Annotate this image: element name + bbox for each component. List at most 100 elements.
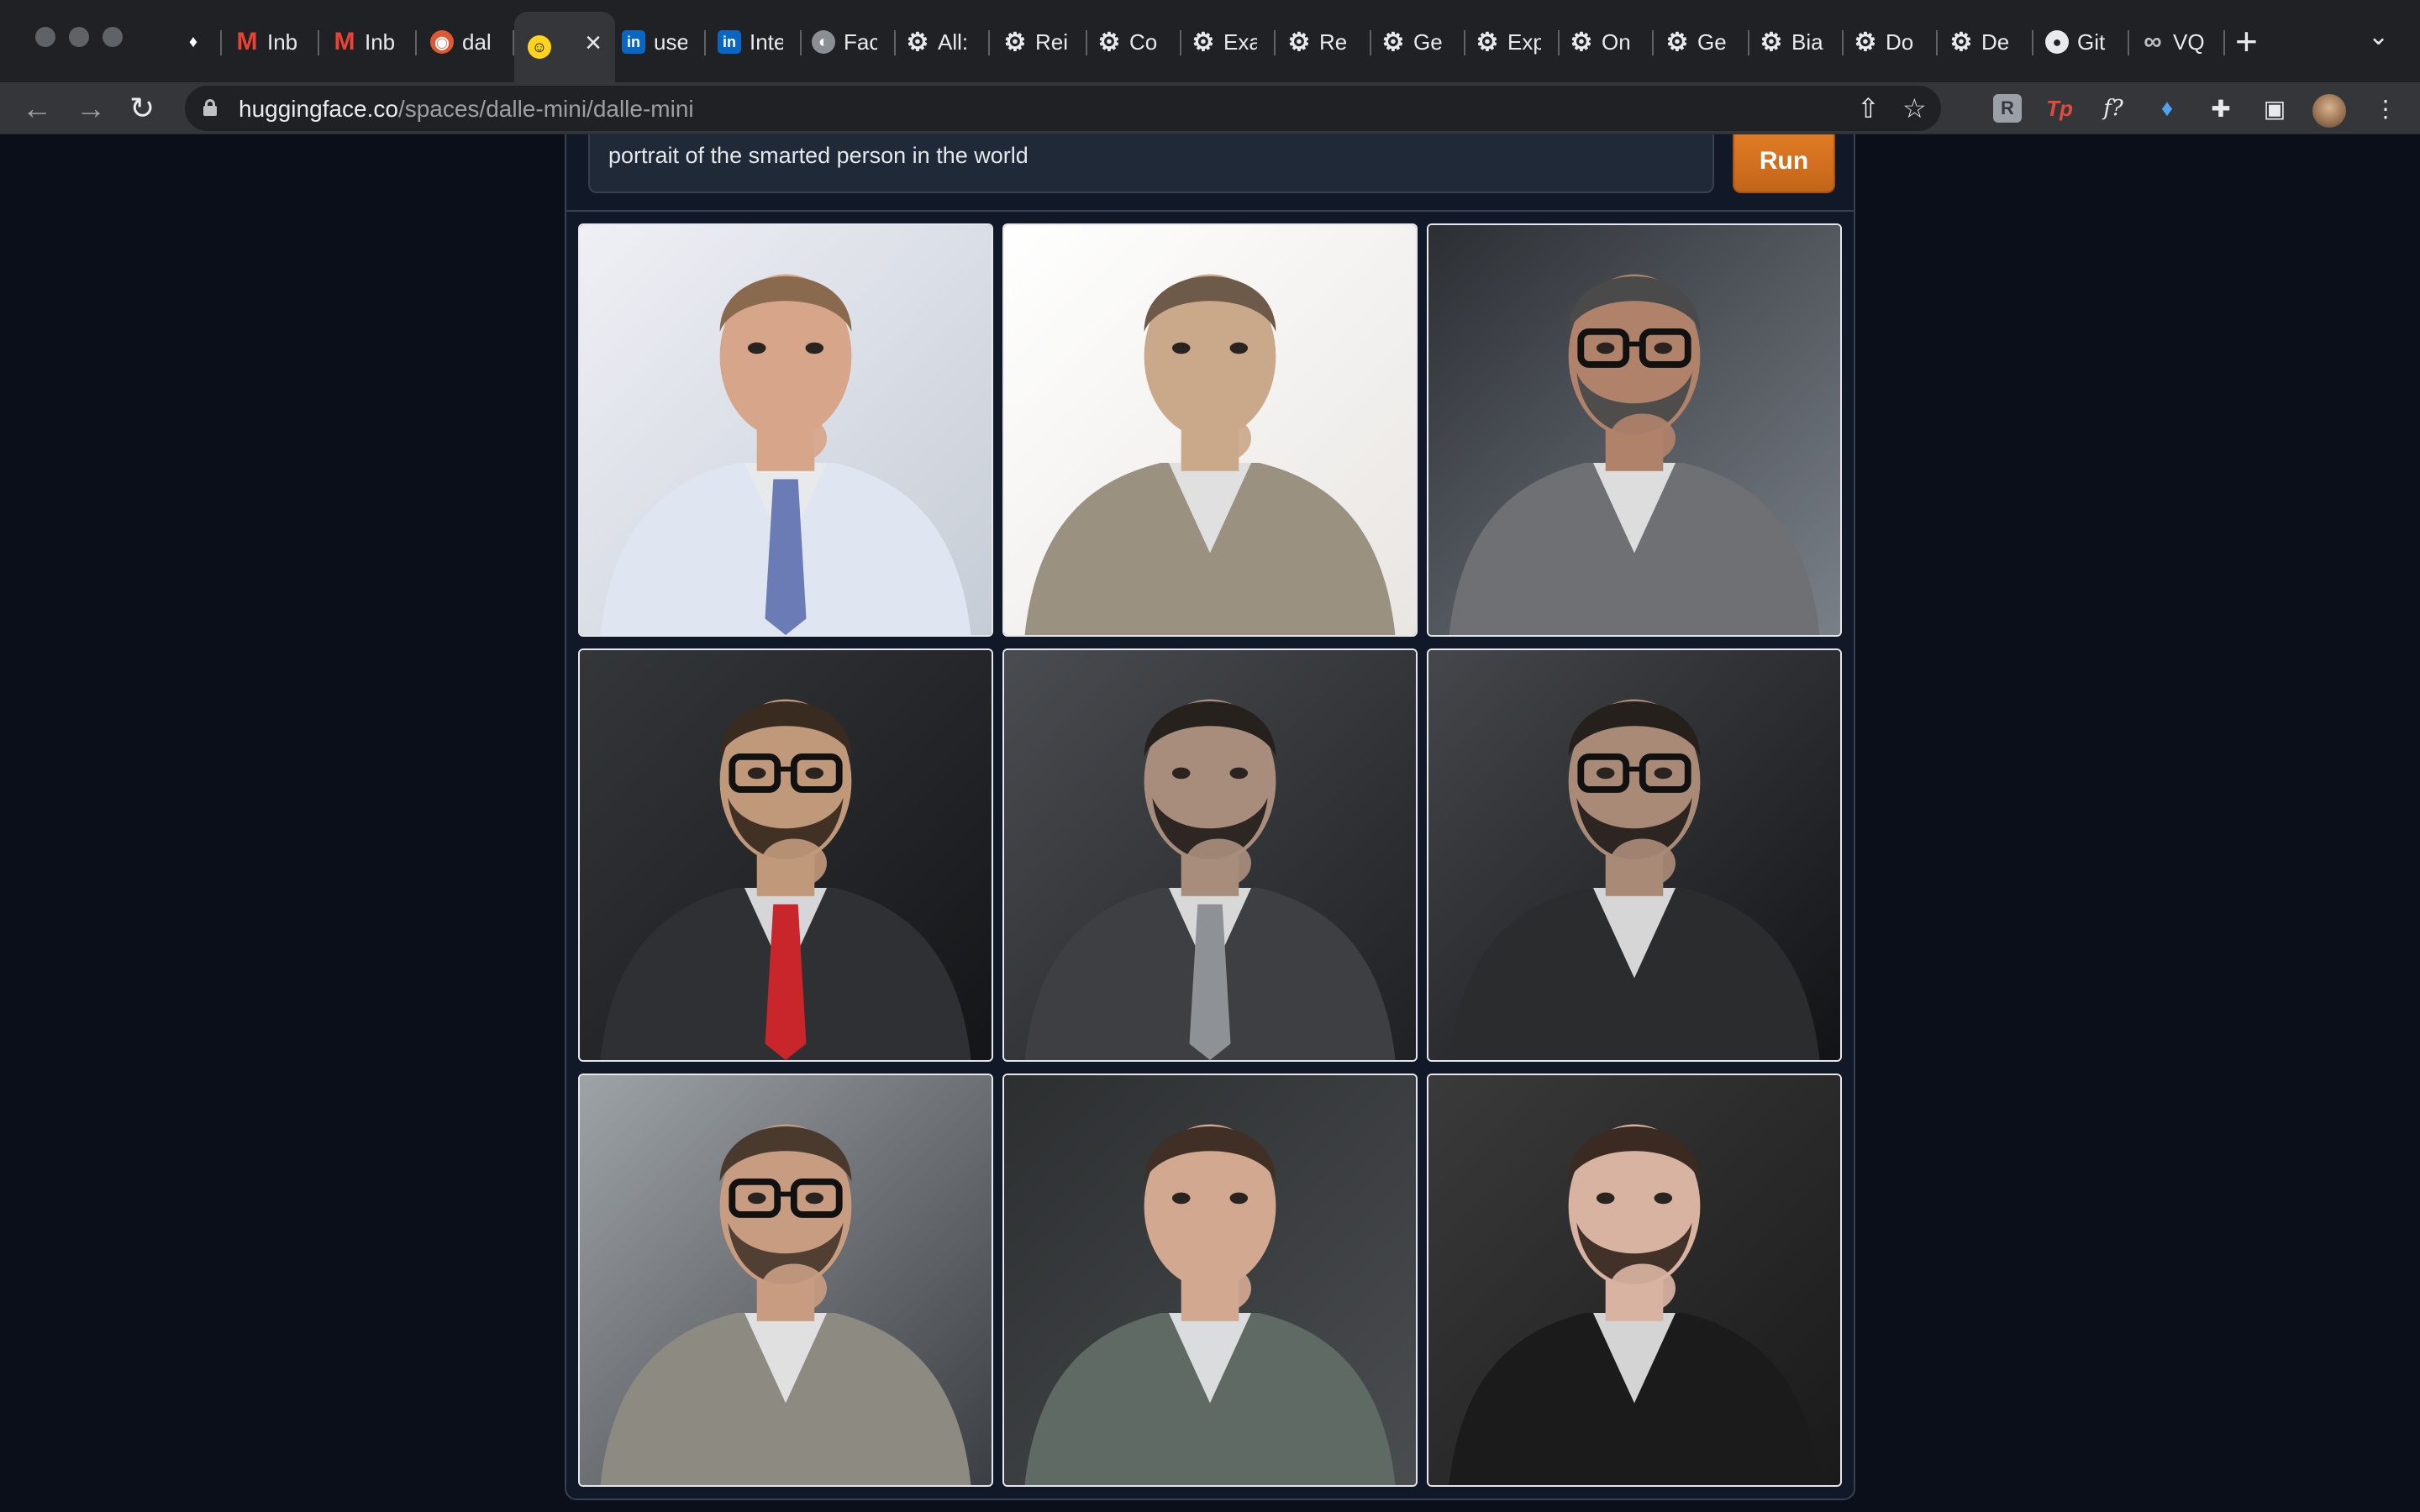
generated-portrait-9[interactable]: [1427, 1074, 1842, 1487]
browser-tab[interactable]: ☺ ×: [514, 12, 615, 82]
gear-icon: ⚙: [1287, 28, 1311, 56]
close-tab-icon[interactable]: ×: [585, 29, 602, 57]
browser-tab[interactable]: ♦: [168, 15, 222, 69]
gear-icon: ⚙: [1570, 28, 1593, 56]
generated-portrait-2[interactable]: [1002, 223, 1418, 637]
tab-search-chevron-icon[interactable]: ⌄: [2368, 22, 2389, 51]
url-text[interactable]: huggingface.co/spaces/dalle-mini/dalle-m…: [239, 96, 694, 123]
reload-icon[interactable]: ↻: [129, 89, 155, 128]
tab-title: Re: [1319, 29, 1348, 55]
tab-title: Fac: [844, 29, 877, 55]
browser-tab[interactable]: ⚙ Rei: [990, 15, 1087, 69]
gear-icon: ⚙: [1949, 28, 1973, 56]
lock-icon[interactable]: [203, 99, 217, 116]
generated-portrait-1[interactable]: [578, 223, 993, 637]
generated-portrait-4[interactable]: [578, 648, 993, 1062]
new-tab-button[interactable]: +: [2235, 20, 2258, 62]
bookmark-star-icon[interactable]: ☆: [1902, 92, 1927, 124]
tab-title: Rei: [1035, 29, 1069, 55]
more-menu-icon[interactable]: ⋮: [2371, 94, 2400, 123]
profile-avatar[interactable]: [2312, 94, 2346, 128]
tab-title: Inb: [365, 29, 396, 55]
globe-icon: ◐: [812, 30, 835, 54]
browser-tab[interactable]: ⚙ De: [1936, 15, 2033, 69]
huggingface-icon: ☺: [528, 35, 551, 59]
browser-tab[interactable]: ∞ VQ: [2128, 15, 2225, 69]
duckduckgo-icon: ◉: [430, 30, 454, 54]
gear-icon: ⚙: [1760, 28, 1783, 56]
browser-tab-strip: ♦ M Inb M Inb ◉ dal ☺ × in use in Inte ◐ Fac ⚙ All: ⚙ Rei ⚙…: [0, 0, 2420, 82]
generated-portrait-3[interactable]: [1427, 223, 1842, 637]
gear-icon: ⚙: [1665, 28, 1689, 56]
tab-title: Exp: [1507, 29, 1541, 55]
gmail-icon: M: [236, 28, 258, 55]
url-path: /spaces/dalle-mini/dalle-mini: [397, 96, 694, 122]
tp-extension-icon[interactable]: Tp: [2045, 94, 2074, 123]
browser-tab[interactable]: ⚙ Ge: [1368, 15, 1465, 69]
tab-title: use: [654, 29, 687, 55]
browser-tab[interactable]: ⚙ Exa: [1178, 15, 1276, 69]
window-minimize-button[interactable]: [69, 27, 89, 47]
tab-title: Inb: [267, 29, 298, 55]
infinity-icon: ∞: [2144, 28, 2162, 55]
gear-icon: ⚙: [906, 28, 929, 56]
linkedin-icon: in: [622, 30, 645, 54]
browser-tab[interactable]: ● Git: [2032, 15, 2129, 69]
browser-tab[interactable]: M Inb: [222, 15, 319, 69]
browser-tab[interactable]: in Inte: [704, 15, 802, 69]
tab-title: Bia: [1791, 29, 1823, 55]
run-button[interactable]: Run: [1733, 134, 1835, 193]
prompt-input[interactable]: portrait of the smarted person in the wo…: [588, 134, 1714, 193]
browser-tab[interactable]: ⚙ All:: [892, 15, 990, 69]
prompt-row: portrait of the smarted person in the wo…: [566, 134, 1854, 212]
generated-portrait-6[interactable]: [1427, 648, 1842, 1062]
tab-separator: [2223, 30, 2225, 55]
tab-title: dal: [462, 29, 492, 55]
tab-title: Ge: [1697, 29, 1727, 55]
generated-portrait-8[interactable]: [1002, 1074, 1418, 1487]
address-bar[interactable]: huggingface.co/spaces/dalle-mini/dalle-m…: [185, 86, 1941, 131]
generated-portrait-7[interactable]: [578, 1074, 993, 1487]
tab-title: De: [1981, 29, 2010, 55]
browser-tab[interactable]: ⚙ Ge: [1652, 15, 1749, 69]
gear-icon: ⚙: [1476, 28, 1499, 56]
gear-icon: ⚙: [1854, 28, 1877, 56]
dalle-mini-app-panel: portrait of the smarted person in the wo…: [565, 134, 1855, 1500]
browser-tab[interactable]: ⚙ Co: [1084, 15, 1181, 69]
gear-icon: ⚙: [1192, 28, 1215, 56]
browser-tab[interactable]: ⚙ Bia: [1746, 15, 1844, 69]
side-panel-icon[interactable]: ▣: [2260, 94, 2289, 123]
browser-tab[interactable]: ◐ Fac: [798, 15, 896, 69]
gem-extension-icon[interactable]: ♦: [2153, 94, 2181, 123]
puzzle-icon[interactable]: ✚: [2207, 94, 2235, 123]
tab-title: Do: [1886, 29, 1914, 55]
forward-arrow-icon[interactable]: →: [76, 89, 106, 128]
browser-tab[interactable]: ⚙ Re: [1274, 15, 1371, 69]
tab-title: Git: [2077, 29, 2106, 55]
window-zoom-button[interactable]: [103, 27, 123, 47]
browser-toolbar: ← → ↻ huggingface.co/spaces/dalle-mini/d…: [0, 82, 2420, 134]
window-close-button[interactable]: [35, 27, 55, 47]
formula-extension-icon[interactable]: f?: [2099, 94, 2128, 123]
tab-title: VQ: [2173, 29, 2205, 55]
prompt-input-value: portrait of the smarted person in the wo…: [608, 143, 1028, 168]
generated-portrait-5[interactable]: [1002, 648, 1418, 1062]
tab-title: All:: [938, 29, 969, 55]
tab-title: Exa: [1223, 29, 1257, 55]
gear-icon: ⚙: [1381, 28, 1405, 56]
gear-icon: ⚙: [1097, 28, 1121, 56]
gmail-icon: M: [334, 28, 355, 55]
github-icon: ●: [2045, 30, 2069, 54]
browser-tab[interactable]: ⚙ Exp: [1462, 15, 1560, 69]
gem-icon: ♦: [188, 32, 198, 51]
browser-tab[interactable]: M Inb: [319, 15, 417, 69]
tab-title: On: [1602, 29, 1631, 55]
browser-tab[interactable]: ⚙ On: [1556, 15, 1654, 69]
browser-tab[interactable]: ◉ dal: [417, 15, 514, 69]
back-arrow-icon[interactable]: ←: [22, 89, 52, 128]
r-extension-icon[interactable]: R: [1993, 94, 2022, 123]
browser-tab[interactable]: ⚙ Do: [1840, 15, 1938, 69]
browser-tab[interactable]: in use: [608, 15, 706, 69]
linkedin-icon: in: [718, 30, 741, 54]
share-icon[interactable]: ⇧: [1857, 92, 1880, 124]
